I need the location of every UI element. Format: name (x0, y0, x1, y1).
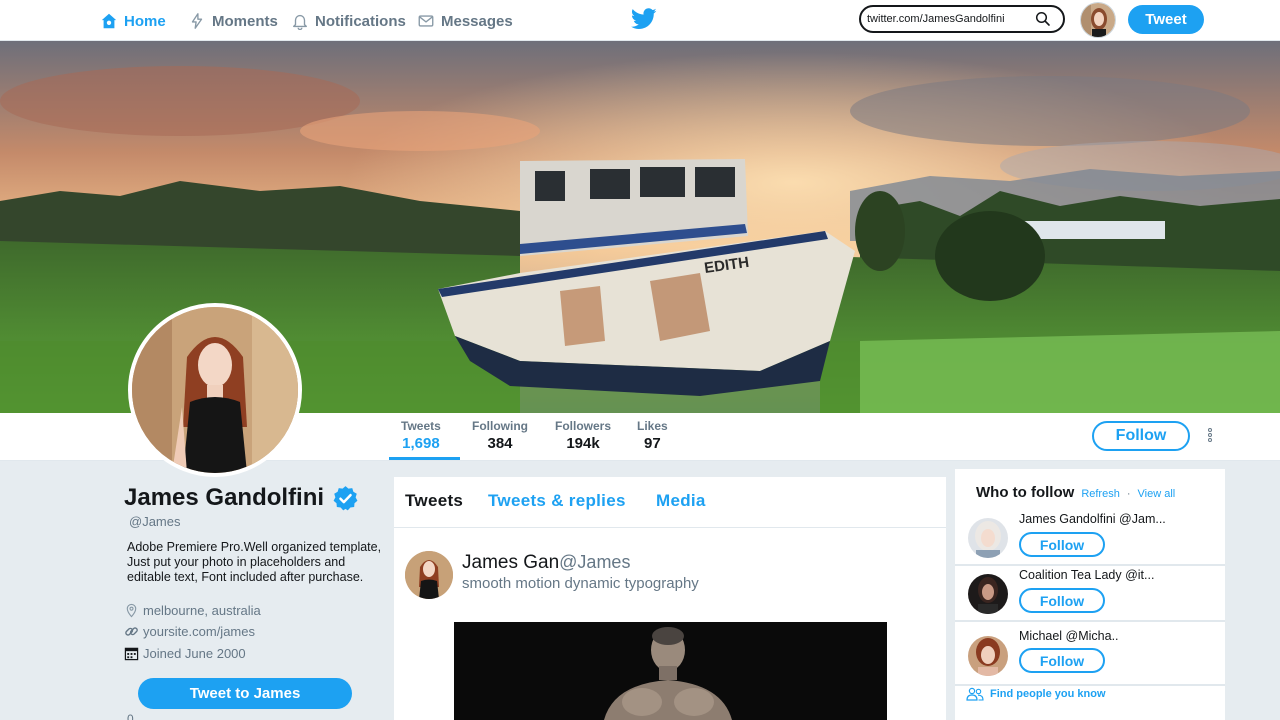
refresh-link[interactable]: Refresh (1081, 488, 1120, 500)
suggestion-item: Michael @Micha.. Follow (955, 622, 1225, 686)
tab-media[interactable]: Media (656, 491, 706, 511)
verified-icon (333, 485, 358, 510)
profile-avatar[interactable] (128, 303, 302, 477)
timeline-tabs: Tweets Tweets & replies Media (394, 477, 946, 528)
view-all-link[interactable]: View all (1138, 488, 1176, 500)
search-box[interactable] (859, 5, 1065, 33)
suggestion-name[interactable]: Michael @Micha.. (1019, 629, 1119, 643)
profile-location-text: melbourne, australia (143, 603, 261, 618)
tweet-button[interactable]: Tweet (1128, 5, 1204, 34)
stat-tweets-label: Tweets (401, 419, 441, 433)
stat-followers[interactable]: Followers 194k (555, 419, 611, 452)
people-icon (966, 687, 984, 701)
nav-messages[interactable]: Messages (417, 10, 513, 32)
stat-followers-label: Followers (555, 419, 612, 433)
nav-notifications-label: Notifications (315, 12, 406, 30)
profile-website[interactable]: yoursite.com/james (124, 624, 255, 639)
suggestion-follow-button[interactable]: Follow (1019, 532, 1105, 557)
account-avatar-image (1081, 3, 1115, 37)
profile-website-link[interactable]: yoursite.com/james (143, 624, 255, 639)
who-to-follow-title: Who to follow (976, 484, 1075, 501)
search-input[interactable] (867, 13, 1035, 25)
stat-tweets[interactable]: Tweets 1,698 (401, 419, 441, 452)
stat-tweets-value: 1,698 (402, 435, 440, 452)
stat-followers-value: 194k (566, 435, 600, 452)
tweet-media-image (454, 622, 887, 720)
partial-text: 0 (127, 712, 134, 720)
suggestion-avatar[interactable] (968, 636, 1008, 676)
tweet-text: smooth motion dynamic typography (462, 575, 699, 592)
stat-likes-value: 97 (644, 435, 661, 452)
messages-icon (418, 15, 434, 27)
account-avatar[interactable] (1080, 2, 1116, 38)
suggestion-item: Coalition Tea Lady @it... Follow (955, 566, 1225, 622)
profile-bio: Adobe Premiere Pro.Well organized templa… (127, 540, 382, 584)
active-stat-indicator (389, 457, 460, 460)
suggestion-avatar-image (968, 518, 1008, 558)
suggestion-name[interactable]: James Gandolfini @Jam... (1019, 512, 1166, 526)
twitter-bird-icon[interactable] (631, 8, 657, 30)
notifications-icon (293, 14, 307, 30)
suggestion-item: James Gandolfini @Jam... Follow (955, 510, 1225, 566)
header-separator: · (1126, 488, 1131, 500)
suggestion-avatar-image (968, 574, 1008, 614)
stat-following[interactable]: Following 384 (472, 419, 528, 452)
tweet-author-name: James Gan (462, 552, 560, 573)
nav-home[interactable]: Home (100, 10, 166, 32)
moments-icon (191, 13, 203, 29)
suggestion-avatar-image (968, 636, 1008, 676)
who-to-follow-header: Who to follow Refresh · View all (976, 484, 1175, 501)
stat-following-value: 384 (487, 435, 513, 452)
profile-location: melbourne, australia (124, 603, 261, 618)
profile-name-text: James Gandolfini (124, 484, 325, 511)
stat-likes[interactable]: Likes 97 (637, 419, 668, 452)
suggestion-avatar[interactable] (968, 518, 1008, 558)
profile-joined: Joined June 2000 (124, 646, 246, 661)
tab-tweets-replies[interactable]: Tweets & replies (488, 491, 626, 511)
find-people-label: Find people you know (990, 688, 1106, 700)
tweet-author-handle: @James (559, 552, 631, 572)
tweet-media[interactable] (454, 622, 887, 720)
nav-notifications[interactable]: Notifications (291, 10, 406, 32)
tab-tweets[interactable]: Tweets (405, 491, 463, 511)
profile-joined-text: Joined June 2000 (143, 646, 246, 661)
suggestion-name[interactable]: Coalition Tea Lady @it... (1019, 568, 1154, 582)
nav-home-label: Home (124, 12, 166, 30)
tweet-author[interactable]: James Gan@James (462, 552, 630, 574)
location-icon (126, 603, 137, 618)
find-people-link[interactable]: Find people you know (966, 687, 1106, 701)
suggestion-follow-button[interactable]: Follow (1019, 588, 1105, 613)
search-icon[interactable] (1035, 11, 1051, 27)
stat-following-label: Following (472, 419, 528, 433)
nav-messages-label: Messages (441, 12, 513, 30)
nav-moments-label: Moments (212, 12, 278, 30)
stat-likes-label: Likes (637, 419, 668, 433)
suggestion-avatar[interactable] (968, 574, 1008, 614)
top-navigation-bar: Home Moments Notifications Messages Twee… (0, 0, 1280, 41)
tweet-author-avatar-image (405, 551, 453, 599)
more-icon[interactable] (1205, 427, 1215, 443)
profile-handle[interactable]: @James (129, 514, 181, 529)
timeline: Tweets Tweets & replies Media James Gan@… (394, 477, 946, 720)
follow-button[interactable]: Follow (1092, 421, 1190, 451)
calendar-icon (124, 647, 139, 661)
nav-moments[interactable]: Moments (188, 10, 278, 32)
home-icon (101, 13, 117, 29)
link-icon (125, 627, 138, 636)
suggestion-follow-button[interactable]: Follow (1019, 648, 1105, 673)
tweet-author-avatar[interactable] (405, 551, 453, 599)
tweet-to-button[interactable]: Tweet to James (138, 678, 352, 709)
profile-avatar-image (132, 307, 298, 473)
profile-name: James Gandolfini (124, 484, 359, 512)
who-to-follow-panel: Who to follow Refresh · View all James G… (955, 469, 1225, 720)
